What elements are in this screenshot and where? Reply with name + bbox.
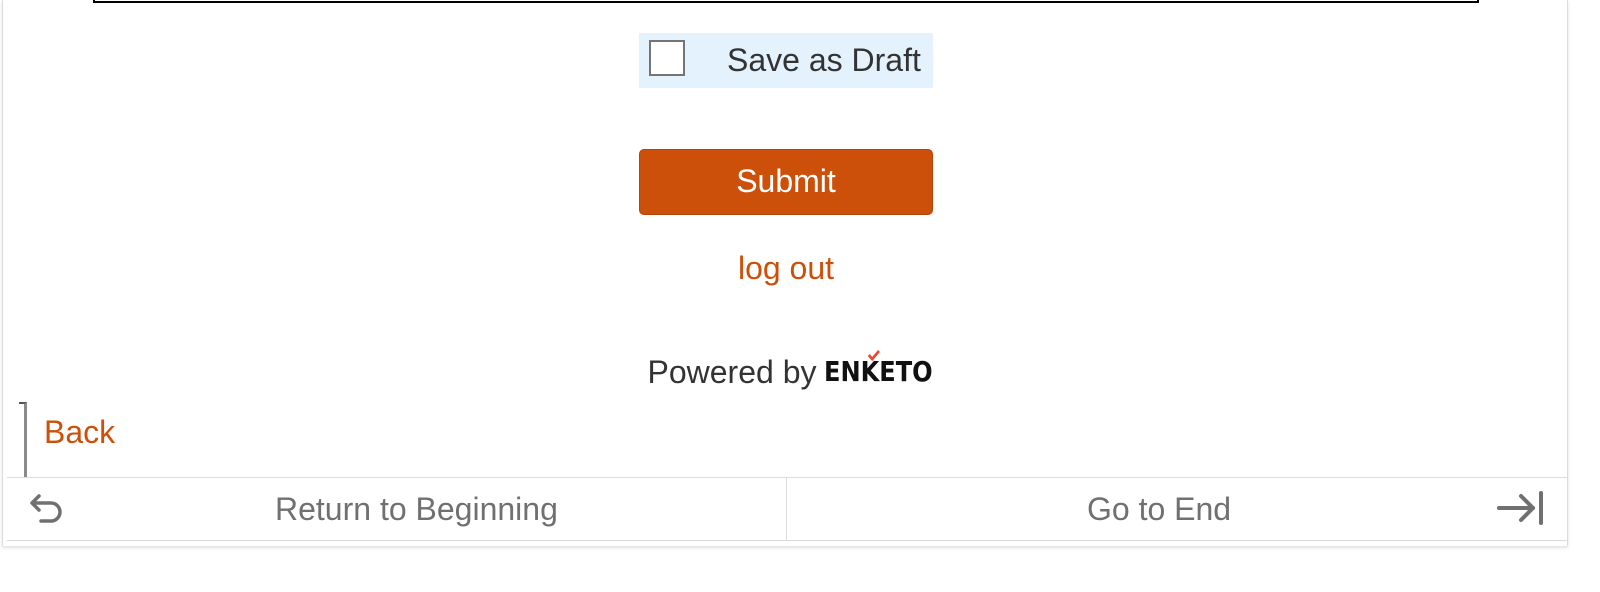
return-arrow-icon: [30, 494, 62, 523]
enketo-logo[interactable]: ENKETO: [824, 350, 933, 392]
enketo-check-icon: [868, 350, 881, 362]
go-to-end-label: Go to End: [1087, 491, 1232, 527]
logout-link[interactable]: log out: [639, 250, 933, 287]
save-draft-option[interactable]: Save as Draft: [639, 33, 933, 88]
go-to-end-button[interactable]: Go to End: [787, 478, 1567, 540]
powered-by-text: Powered by: [647, 354, 817, 390]
previous-field-border: [93, 0, 1479, 3]
save-draft-label: Save as Draft: [727, 42, 921, 78]
powered-by: Powered by ENKETO: [603, 350, 969, 392]
form-navigation-bar: Return to Beginning Go to End: [7, 477, 1567, 541]
submit-button[interactable]: Submit: [639, 149, 933, 215]
return-to-beginning-label: Return to Beginning: [275, 491, 558, 527]
back-link[interactable]: Back: [44, 414, 115, 451]
arrow-to-end-icon: [1497, 491, 1543, 525]
form-panel: Save as Draft Submit log out Powered by …: [2, 0, 1568, 546]
save-draft-checkbox[interactable]: [649, 40, 685, 76]
return-to-beginning-button[interactable]: Return to Beginning: [7, 478, 787, 540]
form-page: Save as Draft Submit log out Powered by …: [0, 0, 1600, 592]
